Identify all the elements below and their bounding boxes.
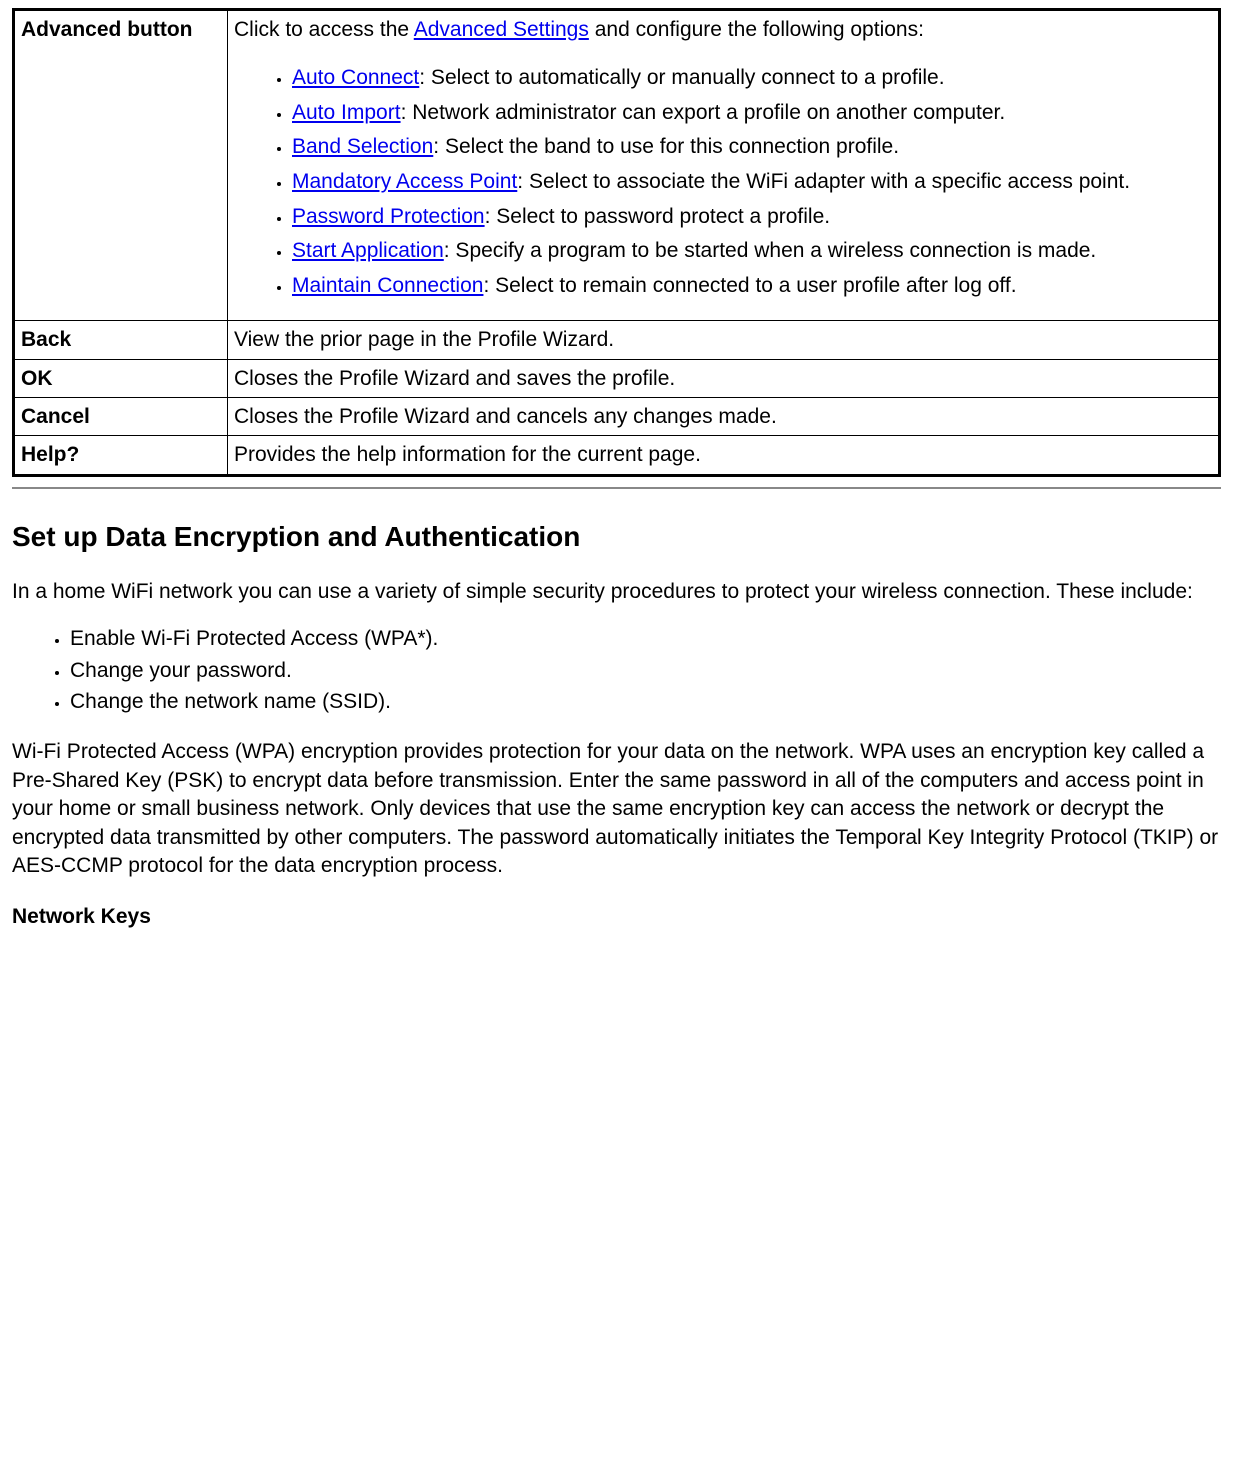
mandatory-access-point-link[interactable]: Mandatory Access Point [292, 170, 517, 193]
auto-import-link[interactable]: Auto Import [292, 101, 401, 124]
table-row: Help? Provides the help information for … [14, 436, 1220, 475]
password-protection-link[interactable]: Password Protection [292, 205, 485, 228]
row-desc: Closes the Profile Wizard and saves the … [228, 359, 1220, 397]
band-selection-link[interactable]: Band Selection [292, 135, 433, 158]
auto-connect-link[interactable]: Auto Connect [292, 66, 419, 89]
row-label: Help? [14, 436, 228, 475]
item-desc: : Network administrator can export a pro… [401, 101, 1006, 124]
wpa-paragraph: Wi-Fi Protected Access (WPA) encryption … [12, 738, 1221, 880]
network-keys-subhead: Network Keys [12, 902, 1221, 931]
intro-pre: Click to access the [234, 18, 414, 41]
advanced-options-list: Auto Connect: Select to automatically or… [234, 62, 1212, 302]
divider [12, 487, 1221, 489]
list-item: Band Selection: Select the band to use f… [292, 131, 1212, 164]
advanced-settings-link[interactable]: Advanced Settings [414, 18, 589, 41]
list-item: Change the network name (SSID). [70, 687, 1221, 716]
item-desc: : Select to remain connected to a user p… [483, 274, 1016, 297]
table-row: Back View the prior page in the Profile … [14, 321, 1220, 359]
list-item: Auto Import: Network administrator can e… [292, 97, 1212, 130]
item-desc: : Specify a program to be started when a… [444, 239, 1097, 262]
list-item: Maintain Connection: Select to remain co… [292, 270, 1212, 303]
intro-post: and configure the following options: [589, 18, 924, 41]
options-table: Advanced button Click to access the Adva… [12, 8, 1221, 477]
row-desc: Click to access the Advanced Settings an… [228, 10, 1220, 321]
row-label: Back [14, 321, 228, 359]
section-heading: Set up Data Encryption and Authenticatio… [12, 517, 1221, 556]
maintain-connection-link[interactable]: Maintain Connection [292, 274, 483, 297]
table-row: OK Closes the Profile Wizard and saves t… [14, 359, 1220, 397]
list-item: Enable Wi-Fi Protected Access (WPA*). [70, 624, 1221, 653]
row-label: Advanced button [14, 10, 228, 321]
item-desc: : Select the band to use for this connec… [433, 135, 899, 158]
list-item: Start Application: Specify a program to … [292, 235, 1212, 268]
table-row: Advanced button Click to access the Adva… [14, 10, 1220, 321]
list-item: Change your password. [70, 656, 1221, 685]
item-desc: : Select to associate the WiFi adapter w… [517, 170, 1130, 193]
row-label: OK [14, 359, 228, 397]
list-item: Mandatory Access Point: Select to associ… [292, 166, 1212, 199]
row-desc: Provides the help information for the cu… [228, 436, 1220, 475]
row-desc: View the prior page in the Profile Wizar… [228, 321, 1220, 359]
table-row: Cancel Closes the Profile Wizard and can… [14, 398, 1220, 436]
security-procedures-list: Enable Wi-Fi Protected Access (WPA*). Ch… [12, 624, 1221, 716]
row-label: Cancel [14, 398, 228, 436]
section-intro: In a home WiFi network you can use a var… [12, 578, 1221, 606]
item-desc: : Select to password protect a profile. [485, 205, 831, 228]
row-desc: Closes the Profile Wizard and cancels an… [228, 398, 1220, 436]
start-application-link[interactable]: Start Application [292, 239, 444, 262]
list-item: Auto Connect: Select to automatically or… [292, 62, 1212, 95]
item-desc: : Select to automatically or manually co… [419, 66, 944, 89]
list-item: Password Protection: Select to password … [292, 201, 1212, 234]
